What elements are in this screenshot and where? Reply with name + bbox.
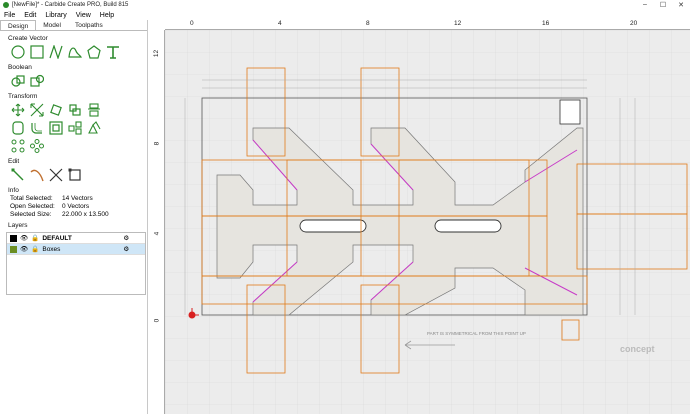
lock-icon[interactable]: 🔒 — [31, 234, 39, 242]
text-tool-icon[interactable] — [105, 44, 121, 60]
node-edit-icon[interactable] — [10, 167, 26, 183]
brand-watermark: concept — [620, 344, 655, 354]
inset-tool-icon[interactable] — [48, 120, 64, 136]
tab-design[interactable]: Design — [0, 20, 37, 30]
array-tool-icon[interactable] — [67, 120, 83, 136]
design-panel: Design Model Toolpaths Create Vector Boo… — [0, 20, 148, 414]
triangles-tool-icon[interactable] — [86, 120, 102, 136]
scale-tool-icon[interactable] — [29, 102, 45, 118]
selected-size-label: Selected Size: — [10, 211, 52, 218]
gear-icon[interactable]: ⚙ — [123, 245, 129, 253]
boolean-subtract-icon[interactable] — [29, 73, 45, 89]
gear-icon[interactable]: ⚙ — [123, 234, 129, 242]
layer-color-swatch[interactable] — [10, 234, 17, 242]
tab-toolpaths[interactable]: Toolpaths — [68, 20, 110, 30]
ruler-y-8: 8 — [153, 141, 161, 146]
ruler-x-8: 8 — [366, 20, 370, 27]
corner-block[interactable] — [559, 99, 581, 125]
window-title: [NewFile]* - Carbide Create PRO, Build 8… — [12, 2, 129, 8]
tab-model[interactable]: Model — [36, 20, 68, 30]
slot-right[interactable] — [434, 219, 502, 233]
symmetric-note: PART IS SYMMETRICAL FROM THIS POINT UP — [427, 331, 526, 336]
section-create-vector: Create Vector — [8, 35, 48, 42]
boolean-union-icon[interactable] — [10, 73, 26, 89]
ruler-x-12: 12 — [454, 20, 462, 27]
section-layers: Layers — [8, 222, 28, 229]
menu-bar: File Edit Library View Help — [0, 10, 690, 20]
move-tool-icon[interactable] — [10, 102, 26, 118]
menu-help[interactable]: Help — [100, 12, 114, 19]
menu-library[interactable]: Library — [45, 12, 66, 19]
polyline-tool-icon[interactable] — [48, 44, 64, 60]
mirror-tool-icon[interactable] — [86, 102, 102, 118]
open-selected-label: Open Selected: — [10, 203, 55, 210]
ruler-y-4: 4 — [153, 231, 161, 236]
layer-name: DEFAULT — [42, 234, 72, 242]
design-canvas-area: 0 4 8 12 16 20 12 8 4 0 PART IS SYMMETRI… — [150, 20, 690, 414]
join-tool-icon[interactable] — [67, 167, 83, 183]
layer-color-swatch[interactable] — [10, 245, 17, 253]
total-selected-value: 14 Vectors — [62, 195, 93, 202]
ruler-x-0: 0 — [190, 20, 194, 27]
canvas[interactable]: PART IS SYMMETRICAL FROM THIS POINT UP c… — [165, 30, 690, 414]
curve-edit-icon[interactable] — [29, 167, 45, 183]
drawing-svg[interactable]: PART IS SYMMETRICAL FROM THIS POINT UP c… — [165, 30, 690, 414]
maximize-button[interactable]: ☐ — [654, 1, 672, 9]
lock-icon[interactable]: 🔒 — [31, 245, 39, 253]
grid-pattern-icon[interactable] — [29, 138, 45, 154]
ruler-x-16: 16 — [542, 20, 550, 27]
open-selected-value: 0 Vectors — [62, 203, 90, 210]
selected-size-value: 22.000 x 13.500 — [62, 211, 109, 218]
app-logo-icon — [3, 2, 9, 8]
polygon-tool-icon[interactable] — [86, 44, 102, 60]
close-button[interactable]: ✕ — [672, 1, 690, 9]
menu-file[interactable]: File — [4, 12, 15, 19]
trim-tool-icon[interactable] — [48, 167, 64, 183]
panel-tabs: Design Model Toolpaths — [0, 20, 147, 31]
fillet-tool-icon[interactable] — [29, 120, 45, 136]
eye-icon[interactable]: 👁 — [20, 245, 28, 253]
eye-icon[interactable]: 👁 — [20, 234, 28, 242]
section-edit: Edit — [8, 158, 20, 165]
offset-tool-icon[interactable] — [10, 120, 26, 136]
circle-tool-icon[interactable] — [10, 44, 26, 60]
rotate-tool-icon[interactable] — [48, 102, 64, 118]
layer-boxes[interactable]: 👁 🔒 Boxes ⚙ — [7, 244, 145, 255]
section-info: Info — [8, 187, 19, 194]
layers-list: 👁 🔒 DEFAULT ⚙ 👁 🔒 Boxes ⚙ — [6, 232, 146, 295]
section-transform: Transform — [8, 93, 38, 100]
ruler-y-0: 0 — [153, 318, 161, 323]
ruler-x-20: 20 — [630, 20, 638, 27]
slot-left[interactable] — [299, 219, 367, 233]
curve-tool-icon[interactable] — [67, 44, 83, 60]
layer-default[interactable]: 👁 🔒 DEFAULT ⚙ — [7, 233, 145, 244]
ruler-y-12: 12 — [153, 49, 161, 58]
align-tool-icon[interactable] — [67, 102, 83, 118]
ruler-x-4: 4 — [278, 20, 282, 27]
menu-view[interactable]: View — [76, 12, 91, 19]
total-selected-label: Total Selected: — [10, 195, 53, 202]
rectangle-tool-icon[interactable] — [29, 44, 45, 60]
horizontal-ruler: 0 4 8 12 16 20 — [165, 20, 690, 30]
minimize-button[interactable]: – — [636, 1, 654, 9]
section-boolean: Boolean — [8, 64, 32, 71]
title-bar: [NewFile]* - Carbide Create PRO, Build 8… — [0, 0, 690, 10]
vertical-ruler: 12 8 4 0 — [150, 30, 165, 414]
circle-pattern-icon[interactable] — [10, 138, 26, 154]
layer-name: Boxes — [42, 245, 61, 253]
menu-edit[interactable]: Edit — [24, 12, 36, 19]
